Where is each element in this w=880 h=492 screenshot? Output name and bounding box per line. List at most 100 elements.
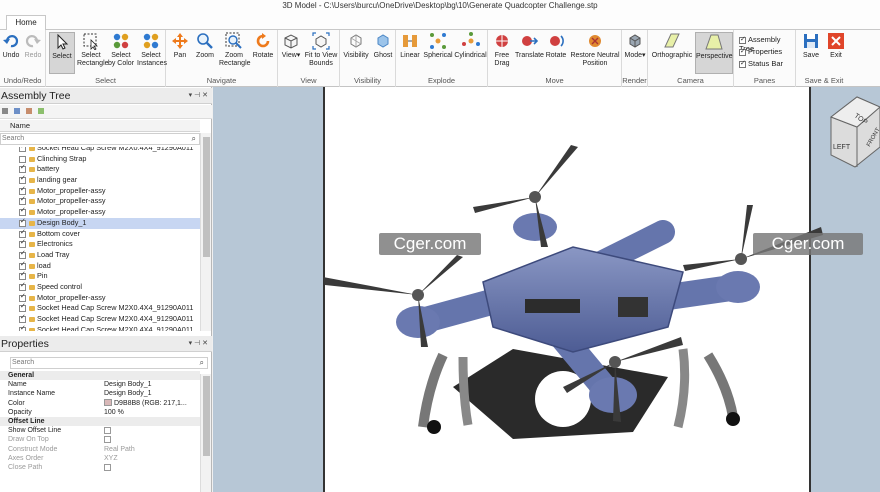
translate-button[interactable]: Translate [515,32,544,60]
properties-pane-controls[interactable]: ▾ ⊣ ✕ [189,336,208,352]
battery[interactable] [525,299,580,313]
status-bar-checkbox[interactable]: Status Bar [739,59,783,68]
tree-item-checkbox[interactable] [19,292,26,302]
tree-item-checkbox[interactable] [19,163,26,174]
prop-opacity-row[interactable]: Opacity 100 % [0,408,200,417]
tree-item[interactable]: Bottom cover [0,228,200,240]
spherical-explode-button[interactable]: Spherical [423,32,453,60]
motor[interactable] [716,271,760,303]
tree-item-checkbox[interactable] [19,270,26,281]
select-rectangle-button[interactable]: Select Rectangle [77,32,109,68]
electronics[interactable] [618,297,648,317]
tree-item[interactable]: Socket Head Cap Screw M2X0.4X4_91290A011 [0,147,200,154]
properties-scrollbar[interactable] [200,374,211,492]
select-by-color-button[interactable]: Select by Color [107,32,135,68]
properties-checkbox[interactable]: Properties [739,47,782,56]
prop-instance-row[interactable]: Instance Name Design Body_1 [0,389,200,398]
perspective-button[interactable]: Perspective [695,32,733,74]
tree-item-checkbox[interactable] [19,217,26,228]
view-cube[interactable]: TOP LEFT FRONT [817,87,880,187]
landing-leg[interactable] [458,356,473,426]
tree-item[interactable]: landing gear [0,174,200,186]
tree-item[interactable]: battery [0,163,200,175]
rotate-button[interactable]: Rotate [250,32,276,60]
tree-item-checkbox[interactable] [19,174,26,185]
show-offset-checkbox[interactable] [104,426,111,434]
linear-explode-button[interactable]: Linear [398,32,422,60]
search-icon[interactable]: ⌕ [200,358,204,368]
propeller[interactable] [323,255,463,347]
visibility-button[interactable]: Visibility [341,32,371,60]
tree-item-checkbox[interactable] [19,155,26,163]
tree-item[interactable]: Motor_propeller-assy [0,292,200,304]
landing-leg[interactable] [703,352,738,418]
ghost-button[interactable]: Ghost [371,32,395,60]
tree-item[interactable]: Design Body_1 [0,217,200,229]
prop-name-row[interactable]: Name Design Body_1 [0,380,200,389]
zoom-button[interactable]: Zoom [193,32,217,60]
tree-item[interactable]: Load Tray [0,249,200,261]
motor[interactable] [589,377,637,413]
tab-home[interactable]: Home [6,15,46,31]
assembly-search-input[interactable]: Search ⌕ [0,133,200,145]
restore-neutral-button[interactable]: Restore Neutral Position [569,32,621,68]
tree-item-checkbox[interactable] [19,238,26,249]
tree-item-checkbox[interactable] [19,206,26,217]
category-general[interactable]: General [0,371,200,381]
prop-show-offset-row[interactable]: Show Offset Line [0,426,200,435]
tree-item[interactable]: Socket Head Cap Screw M2X0.4X4_91290A011 [0,313,200,325]
zoom-rectangle-button[interactable]: Zoom Rectangle [219,32,251,68]
tree-item[interactable]: Motor_propeller-assy [0,185,200,197]
tree-item[interactable]: Socket Head Cap Screw M2X0.4X4_91290A011 [0,302,200,314]
category-offset-line[interactable]: Offset Line [0,416,200,427]
cube-left-label[interactable]: LEFT [833,144,851,151]
select-button[interactable]: Select [49,32,75,74]
tree-scrollbar[interactable] [200,133,211,331]
tree-tools-icon[interactable] [0,105,60,117]
pane-controls[interactable]: ▾ ⊣ ✕ [189,88,208,104]
tree-item-checkbox[interactable] [19,147,26,153]
3d-viewport[interactable]: Cger.com Cger.com TOP LEFT FRONT [213,87,880,492]
motor[interactable] [396,306,440,338]
prop-color-row[interactable]: Color D9B8B8 (RGB: 217,1... [0,399,200,408]
fit-to-view-button[interactable]: Fit to View Bounds [303,32,339,68]
tree-item[interactable]: load [0,260,200,272]
tree-item-checkbox[interactable] [19,324,26,331]
cylindrical-explode-button[interactable]: Cylindrical [454,32,487,60]
properties-search-input[interactable]: Search ⌕ [10,357,208,369]
view-button[interactable]: View▾ [280,32,302,60]
landing-leg[interactable] [673,348,690,429]
search-icon[interactable]: ⌕ [192,134,196,144]
select-instances-button[interactable]: Select Instances [137,32,167,68]
tree-item-checkbox[interactable] [19,195,26,206]
column-name-header[interactable]: Name [0,120,200,132]
color-swatch[interactable] [104,399,112,407]
tree-item[interactable]: Electronics [0,238,200,250]
tree-item-checkbox[interactable] [19,313,26,324]
motor[interactable] [513,213,557,241]
tree-item[interactable]: Clinching Strap [0,154,200,165]
pan-button[interactable]: Pan [168,32,192,60]
tree-item[interactable]: Motor_propeller-assy [0,195,200,207]
save-button[interactable]: Save [799,32,823,60]
undo-button[interactable]: Undo [1,32,21,60]
redo-button[interactable]: Redo [23,32,43,60]
tree-item-checkbox[interactable] [19,249,26,260]
tree-item[interactable]: Speed control [0,281,200,293]
landing-leg[interactable] [418,352,448,428]
design-body[interactable] [482,246,684,353]
tree-item-checkbox[interactable] [19,228,26,238]
tree-item-checkbox[interactable] [19,185,26,195]
quadcopter-model[interactable] [213,87,880,492]
tree-item-checkbox[interactable] [19,281,26,292]
rotate-move-button[interactable]: Rotate [544,32,568,60]
exit-button[interactable]: Exit [824,32,848,60]
tree-item[interactable]: Socket Head Cap Screw M2X0.4X4_91290A011 [0,324,200,331]
tree-item-checkbox[interactable] [19,302,26,313]
render-mode-button[interactable]: Mode▾ [623,32,647,60]
orthographic-button[interactable]: Orthographic [650,32,694,60]
tree-item[interactable]: Motor_propeller-assy [0,206,200,218]
free-drag-button[interactable]: Free Drag [490,32,514,68]
tree-item[interactable]: Pin [0,270,200,282]
tree-item-checkbox[interactable] [19,260,26,270]
